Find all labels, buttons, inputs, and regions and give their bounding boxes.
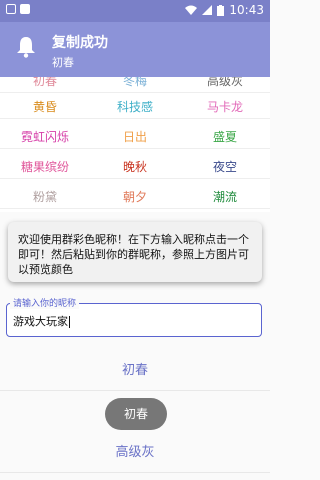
grid-row: 糖果缤纷 晚秋 夜空 bbox=[0, 156, 270, 179]
result-item[interactable]: 初春 bbox=[0, 352, 270, 391]
style-chaoliu[interactable]: 潮流 bbox=[180, 186, 270, 208]
bell-icon bbox=[17, 37, 35, 58]
style-zhaoxi[interactable]: 朝夕 bbox=[90, 186, 180, 208]
style-kejigan[interactable]: 科技感 bbox=[90, 96, 180, 118]
nickname-input-label: 请输入你的昵称 bbox=[10, 296, 80, 309]
notification-subtitle: 初春 bbox=[52, 56, 74, 69]
nickname-value-text: 游戏大玩家 bbox=[13, 315, 68, 328]
signal-icon bbox=[202, 5, 213, 15]
style-wanqiu[interactable]: 晚秋 bbox=[90, 156, 180, 178]
style-huanghun[interactable]: 黄昏 bbox=[0, 96, 90, 118]
style-makalong[interactable]: 马卡龙 bbox=[180, 96, 270, 118]
style-yekong[interactable]: 夜空 bbox=[180, 156, 270, 178]
nickname-input-value[interactable]: 游戏大玩家 bbox=[13, 313, 70, 329]
style-shengxia[interactable]: 盛夏 bbox=[180, 126, 270, 148]
text-caret bbox=[69, 316, 70, 328]
instruction-card: 欢迎使用群彩色昵称！在下方输入昵称点击一个即可！然后粘贴到你的群昵称，参照上方图… bbox=[8, 222, 262, 282]
result-item[interactable]: 高级灰 bbox=[0, 434, 270, 473]
status-left-icons bbox=[6, 4, 30, 14]
status-right: 10:43 bbox=[185, 3, 264, 17]
style-nihong[interactable]: 霓虹闪烁 bbox=[0, 126, 90, 148]
style-tangguo[interactable]: 糖果缤纷 bbox=[0, 156, 90, 178]
notification-box-icon bbox=[6, 4, 16, 14]
status-bar: 10:43 bbox=[0, 0, 270, 22]
style-grid: 初春 冬梅 高级灰 黄昏 科技感 马卡龙 霓虹闪烁 日出 盛夏 糖果缤纷 晚秋 … bbox=[0, 70, 270, 212]
copy-notification[interactable]: 复制成功 初春 bbox=[0, 22, 270, 77]
battery-icon bbox=[217, 4, 225, 16]
status-time: 10:43 bbox=[229, 3, 264, 17]
copy-toast: 初春 bbox=[105, 398, 167, 430]
style-richu[interactable]: 日出 bbox=[90, 126, 180, 148]
grid-row: 粉黛 朝夕 潮流 bbox=[0, 186, 270, 209]
notification-title: 复制成功 bbox=[52, 35, 108, 51]
instruction-text: 欢迎使用群彩色昵称！在下方输入昵称点击一个即可！然后粘贴到你的群昵称，参照上方图… bbox=[18, 233, 249, 276]
square-icon bbox=[20, 4, 30, 14]
grid-row: 霓虹闪烁 日出 盛夏 bbox=[0, 126, 270, 149]
grid-row: 黄昏 科技感 马卡龙 bbox=[0, 96, 270, 119]
wifi-icon bbox=[185, 5, 198, 15]
style-fendai[interactable]: 粉黛 bbox=[0, 186, 90, 208]
